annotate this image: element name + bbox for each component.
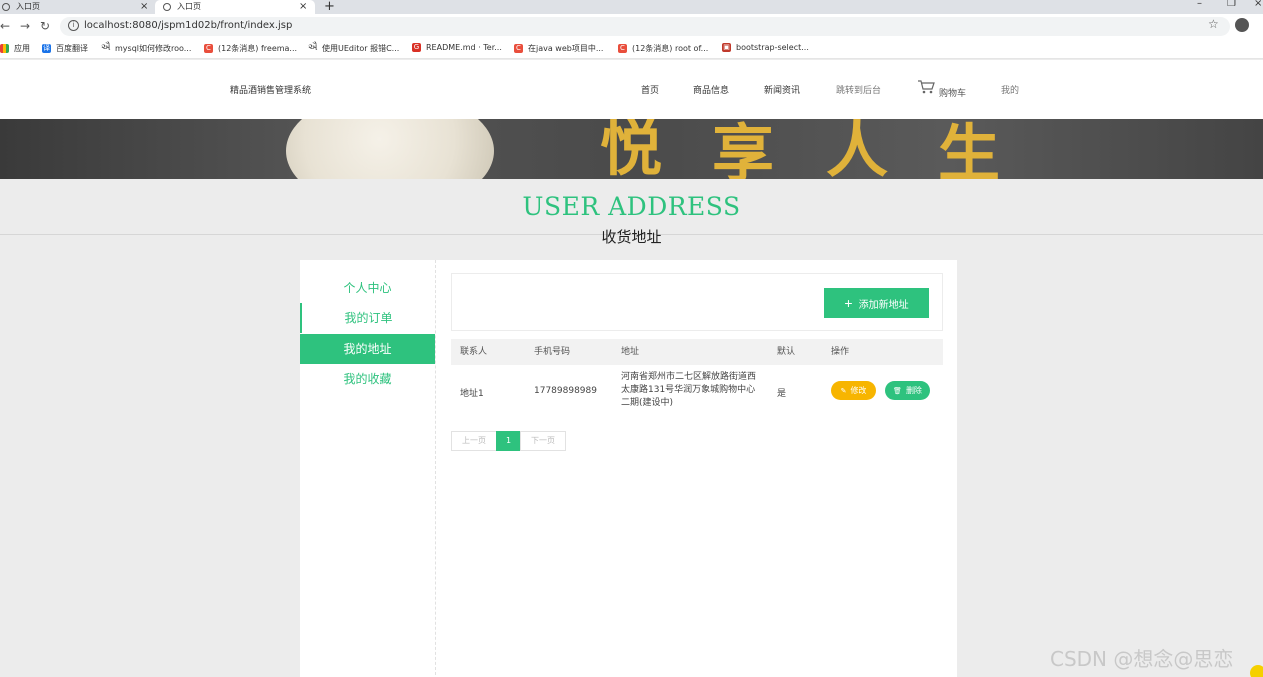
- back-icon[interactable]: ←: [0, 19, 10, 33]
- edit-button[interactable]: ✎ 修改: [831, 381, 876, 400]
- page-title-en: USER ADDRESS: [522, 192, 741, 221]
- bookmark-item[interactable]: ઐ 使用UEditor 报错C...: [308, 43, 399, 54]
- info-icon[interactable]: i: [68, 20, 79, 31]
- cell-address: 河南省郑州市二七区解放路街道西太康路131号华润万象城购物中心二期(建设中): [621, 372, 757, 408]
- minimize-icon[interactable]: –: [1197, 0, 1202, 9]
- cell-contact: 地址1: [460, 389, 484, 399]
- bookmark-label: bootstrap-select...: [736, 43, 809, 52]
- browser-tab-bar: 入口页 × 入口页 × + – ❐ ×: [0, 0, 1263, 14]
- sidebar-item-orders[interactable]: 我的订单: [300, 303, 435, 333]
- globe-icon: [2, 3, 10, 11]
- nav-admin[interactable]: 跳转到后台: [836, 83, 881, 96]
- column-header: 联系人: [460, 347, 488, 357]
- apps-grid-icon: [0, 44, 9, 53]
- nav-mine[interactable]: 我的: [1001, 83, 1019, 96]
- cell-default: 是: [777, 389, 787, 399]
- sidebar-item-profile[interactable]: 个人中心: [300, 273, 435, 303]
- content-card: 个人中心 我的订单 我的地址 我的收藏 + 添加新地址 联系人 手机号码 地址 …: [300, 260, 957, 677]
- forward-icon[interactable]: →: [20, 19, 30, 33]
- tab-title: 入口页: [177, 2, 201, 11]
- bookmark-item[interactable]: ઐ mysql如何修改roo...: [101, 43, 191, 54]
- bookmark-label: (12条消息) freema...: [218, 44, 298, 53]
- gitee-icon: G: [412, 43, 421, 52]
- address-bar: ← → ↻ i localhost:8080/jspm1d02b/front/i…: [0, 14, 1263, 39]
- browser-tab-active[interactable]: 入口页 ×: [155, 0, 315, 14]
- sidebar-divider: [435, 260, 436, 677]
- watermark: CSDN @想念@思恋: [1050, 647, 1234, 671]
- add-address-button[interactable]: + 添加新地址: [824, 288, 929, 318]
- bookmark-label: 百度翻译: [56, 44, 88, 53]
- prev-page-button[interactable]: 上一页: [451, 431, 497, 451]
- page-title-zh: 收货地址: [601, 228, 662, 246]
- bookmark-label: README.md · Ter...: [426, 43, 502, 52]
- bookmark-label: 在java web项目中...: [528, 44, 604, 53]
- browser-tab[interactable]: 入口页 ×: [2, 0, 152, 14]
- bookmark-item[interactable]: ▣ bootstrap-select...: [722, 43, 809, 52]
- site-title: 精品酒销售管理系统: [230, 86, 312, 96]
- csdn-icon: C: [204, 44, 213, 53]
- csdn-icon: C: [618, 44, 627, 53]
- close-icon[interactable]: ×: [140, 0, 148, 14]
- sidebar-item-favorites[interactable]: 我的收藏: [300, 364, 435, 394]
- tab-title: 入口页: [16, 2, 40, 11]
- site-header: 精品酒销售管理系统 首页 商品信息 新闻资讯 跳转到后台 购物车 我的: [0, 60, 1263, 119]
- new-tab-icon[interactable]: +: [324, 0, 335, 14]
- url-field[interactable]: i localhost:8080/jspm1d02b/front/index.j…: [60, 17, 1230, 36]
- toolbar: + 添加新地址: [451, 273, 943, 331]
- bookmark-star-icon[interactable]: ☆: [1208, 17, 1219, 31]
- page-icon: ઐ: [101, 43, 111, 53]
- nav-cart[interactable]: 购物车: [939, 86, 966, 99]
- url-text[interactable]: localhost:8080/jspm1d02b/front/index.jsp: [84, 20, 292, 31]
- globe-icon: [163, 3, 171, 11]
- bookmark-item[interactable]: C 在java web项目中...: [514, 43, 603, 54]
- bootstrap-icon: ▣: [722, 43, 731, 52]
- page-icon: ઐ: [308, 43, 318, 53]
- banner-emblem-image: [286, 119, 494, 179]
- bookmark-item[interactable]: 译 百度翻译: [42, 43, 88, 54]
- column-header: 地址: [621, 347, 640, 357]
- banner-glyph: 悦: [600, 119, 663, 179]
- column-header: 默认: [777, 347, 796, 357]
- trash-icon: 🗑: [893, 386, 902, 395]
- cursor-highlight: [1250, 665, 1263, 677]
- delete-button[interactable]: 🗑 删除: [885, 381, 930, 400]
- column-header: 手机号码: [534, 347, 571, 357]
- window-close-icon[interactable]: ×: [1254, 0, 1262, 9]
- page-number-button[interactable]: 1: [496, 431, 521, 451]
- next-page-button[interactable]: 下一页: [520, 431, 566, 451]
- cell-phone: 17789898989: [534, 386, 597, 396]
- banner-glyph: 享: [712, 119, 775, 180]
- csdn-icon: C: [514, 44, 523, 53]
- bookmark-item[interactable]: C (12条消息) freema...: [204, 43, 297, 54]
- bookmark-label: 应用: [14, 44, 30, 53]
- edit-label: 修改: [850, 386, 867, 395]
- sidebar-item-address[interactable]: 我的地址: [300, 334, 435, 364]
- bookmark-label: 使用UEditor 报错C...: [322, 44, 400, 53]
- reload-icon[interactable]: ↻: [40, 19, 50, 33]
- column-header: 操作: [831, 347, 850, 357]
- table-header: 联系人 手机号码 地址 默认 操作: [451, 339, 943, 365]
- nav-products[interactable]: 商品信息: [693, 83, 729, 96]
- bookmark-label: mysql如何修改roo...: [115, 44, 192, 53]
- banner-glyph: 人: [826, 119, 889, 179]
- bookmark-item[interactable]: 应用: [0, 43, 30, 54]
- add-address-label: 添加新地址: [858, 299, 909, 311]
- account-icon[interactable]: [1235, 18, 1249, 32]
- bookmark-label: (12条消息) root of...: [632, 44, 709, 53]
- close-icon[interactable]: ×: [299, 0, 307, 14]
- restore-icon[interactable]: ❐: [1227, 0, 1236, 9]
- plus-icon: +: [844, 295, 853, 311]
- nav-news[interactable]: 新闻资讯: [764, 83, 800, 96]
- bookmark-item[interactable]: G README.md · Ter...: [412, 43, 502, 52]
- baidu-translate-icon: 译: [42, 44, 51, 53]
- pencil-icon: ✎: [840, 386, 847, 395]
- nav-home[interactable]: 首页: [641, 83, 659, 96]
- banner-glyph: 生: [938, 119, 1001, 180]
- banner: 悦 享 人 生: [0, 119, 1263, 179]
- bookmarks-bar: 应用 译 百度翻译 ઐ mysql如何修改roo... C (12条消息) fr…: [0, 39, 1263, 59]
- bookmark-item[interactable]: C (12条消息) root of...: [618, 43, 708, 54]
- cart-icon[interactable]: [917, 80, 935, 94]
- delete-label: 删除: [905, 386, 922, 395]
